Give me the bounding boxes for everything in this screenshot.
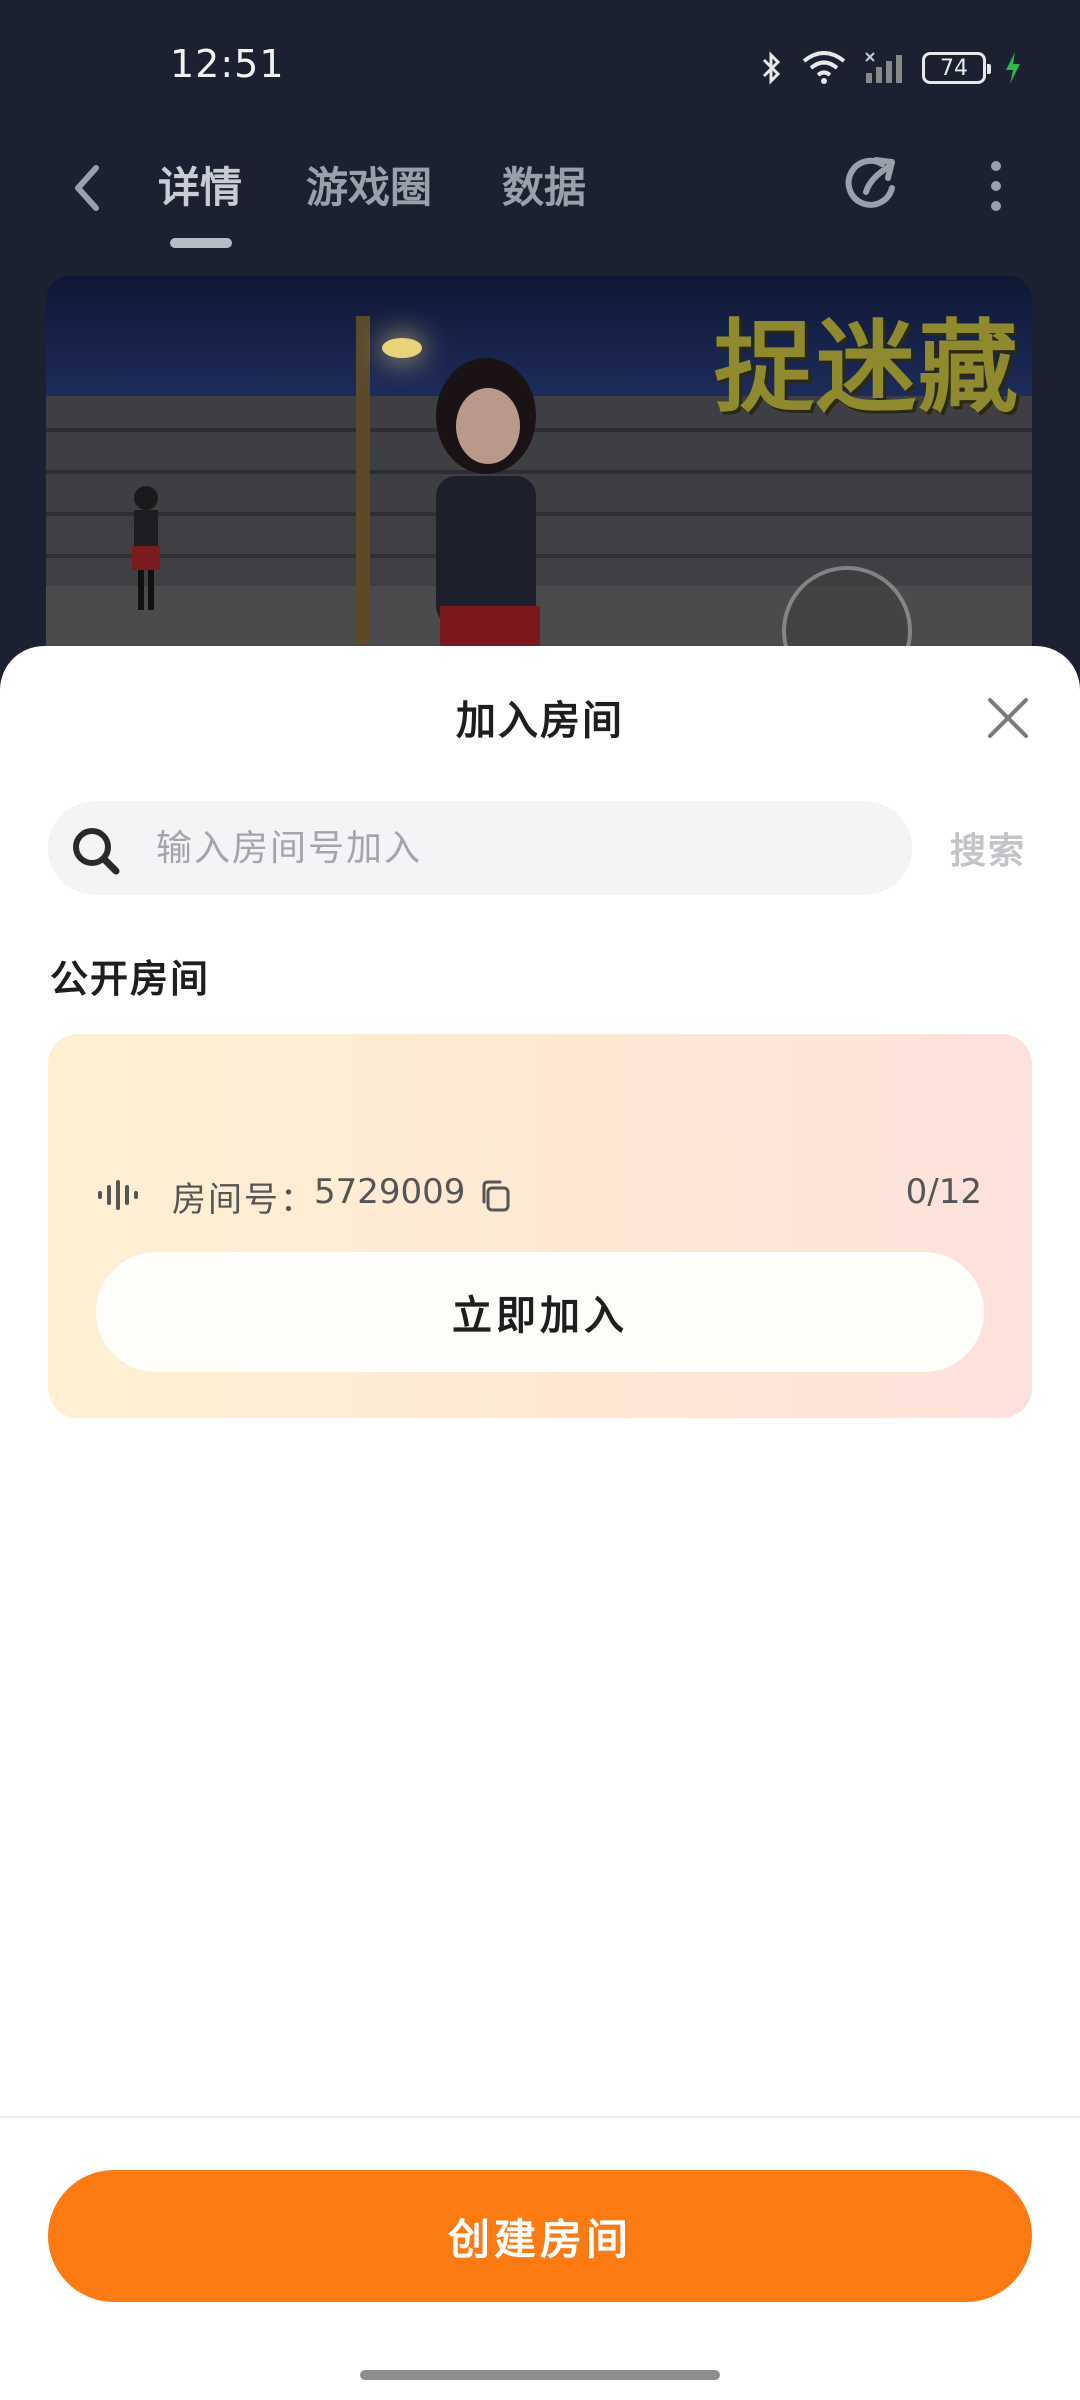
- tab-data[interactable]: 数据: [502, 154, 586, 215]
- divider: [0, 2116, 1080, 2118]
- room-number: 5729009: [314, 1172, 466, 1212]
- room-number-input[interactable]: [156, 801, 876, 895]
- status-bar: 12:51 74: [0, 0, 1080, 130]
- home-indicator[interactable]: [360, 2370, 720, 2380]
- join-now-button[interactable]: 立即加入: [96, 1252, 984, 1372]
- copy-icon[interactable]: [478, 1178, 512, 1214]
- active-tab-indicator: [170, 238, 232, 248]
- join-room-sheet: 加入房间 搜索 公开房间 房间号： 5729009 0/12 立即加入 创建房间: [0, 646, 1080, 2400]
- bluetooth-icon: [762, 51, 781, 85]
- battery-icon: 74: [922, 52, 991, 84]
- public-rooms-title: 公开房间: [50, 957, 211, 1001]
- battery-level: 74: [940, 55, 968, 81]
- share-icon[interactable]: [842, 152, 906, 216]
- top-nav: 详情 游戏圈 数据: [0, 140, 1080, 260]
- banner-title: 捉迷藏: [714, 309, 1020, 426]
- close-icon[interactable]: [984, 694, 1032, 742]
- room-card: 房间号： 5729009 0/12 立即加入: [48, 1034, 1032, 1418]
- create-room-button[interactable]: 创建房间: [48, 2170, 1032, 2302]
- more-icon[interactable]: [982, 156, 1010, 216]
- tab-game-circle[interactable]: 游戏圈: [306, 154, 432, 215]
- voice-wave-icon: [98, 1180, 138, 1210]
- lamp-light: [382, 338, 422, 358]
- distant-character: [132, 486, 160, 610]
- search-button[interactable]: 搜索: [950, 822, 1026, 874]
- sheet-title: 加入房间: [456, 698, 624, 744]
- room-player-count: 0/12: [905, 1172, 982, 1212]
- tab-details[interactable]: 详情: [158, 154, 242, 215]
- status-time: 12:51: [170, 42, 285, 86]
- status-icons: 74: [760, 48, 1022, 88]
- signal-icon: [865, 52, 902, 83]
- charging-icon: [1006, 52, 1020, 84]
- character-girl: [436, 358, 540, 696]
- lamp-post: [356, 316, 370, 666]
- search-icon: [73, 828, 120, 875]
- room-number-label: 房间号：: [172, 1180, 316, 1220]
- game-banner[interactable]: 捉迷藏: [46, 276, 1032, 696]
- search-box: [48, 801, 912, 895]
- back-icon[interactable]: [62, 158, 112, 218]
- wifi-icon: [802, 51, 846, 84]
